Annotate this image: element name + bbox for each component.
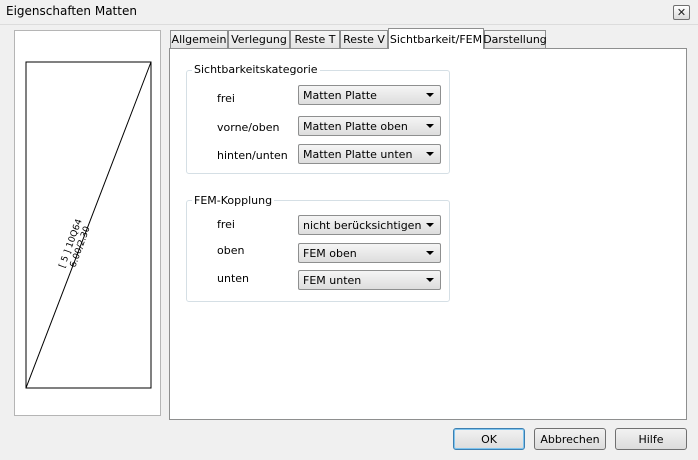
tab-label: Reste T	[294, 33, 336, 46]
window-title: Eigenschaften Matten	[6, 4, 137, 18]
sichtbarkeit-label-vorne-oben: vorne/oben	[217, 121, 280, 134]
button-label: Hilfe	[638, 432, 664, 446]
tab-label: Sichtbarkeit/FEM	[389, 32, 483, 46]
mat-diagonal	[25, 61, 152, 389]
sichtbarkeit-vorne-oben-select[interactable]: Matten Platte oben	[298, 116, 441, 136]
fem-label-frei: frei	[217, 218, 235, 231]
fem-group-title: FEM-Kopplung	[192, 194, 275, 207]
tab-reste-t[interactable]: Reste T	[290, 30, 340, 48]
title-bar: Eigenschaften Matten ✕	[0, 0, 698, 25]
close-button[interactable]: ✕	[673, 5, 690, 20]
sichtbarkeit-hinten-unten-select[interactable]: Matten Platte unten	[298, 144, 441, 164]
fem-oben-select[interactable]: FEM oben	[298, 243, 441, 263]
preview-panel: [ 5 ] 10Q64 6.00/2.30	[14, 30, 161, 416]
ok-button[interactable]: OK	[453, 428, 525, 450]
tab-reste-v[interactable]: Reste V	[340, 30, 388, 48]
select-value: nicht berücksichtigen	[303, 219, 422, 232]
fem-frei-select[interactable]: nicht berücksichtigen	[298, 215, 441, 235]
chevron-down-icon	[426, 124, 434, 128]
chevron-down-icon	[426, 152, 434, 156]
select-value: Matten Platte unten	[303, 148, 413, 161]
tab-label: Allgemein	[171, 33, 227, 46]
chevron-down-icon	[426, 93, 434, 97]
chevron-down-icon	[426, 223, 434, 227]
tab-label: Reste V	[343, 33, 385, 46]
help-button[interactable]: Hilfe	[615, 428, 687, 450]
close-icon: ✕	[676, 6, 687, 19]
sichtbarkeit-group-title: Sichtbarkeitskategorie	[192, 63, 320, 76]
tab-verlegung[interactable]: Verlegung	[228, 30, 290, 48]
tab-allgemein[interactable]: Allgemein	[170, 30, 228, 48]
select-value: FEM oben	[303, 247, 357, 260]
select-value: Matten Platte	[303, 89, 377, 102]
cancel-button[interactable]: Abbrechen	[534, 428, 606, 450]
tab-panel-sichtbarkeit-fem: Sichtbarkeitskategorie frei Matten Platt…	[169, 48, 687, 420]
tab-darstellung[interactable]: Darstellung	[483, 30, 547, 48]
chevron-down-icon	[426, 278, 434, 282]
button-label: Abbrechen	[540, 432, 600, 446]
tab-label: Verlegung	[231, 33, 287, 46]
select-value: Matten Platte oben	[303, 120, 408, 133]
sichtbarkeit-label-frei: frei	[217, 92, 235, 105]
sichtbarkeit-frei-select[interactable]: Matten Platte	[298, 85, 441, 105]
chevron-down-icon	[426, 251, 434, 255]
fem-label-oben: oben	[217, 244, 245, 257]
fem-label-unten: unten	[217, 272, 249, 285]
mat-preview-drawing: [ 5 ] 10Q64 6.00/2.30	[25, 61, 152, 389]
sichtbarkeit-label-hinten-unten: hinten/unten	[217, 149, 288, 162]
tab-sichtbarkeit-fem[interactable]: Sichtbarkeit/FEM	[388, 28, 484, 49]
tab-label: Darstellung	[483, 33, 547, 46]
select-value: FEM unten	[303, 274, 362, 287]
button-label: OK	[481, 432, 497, 446]
fem-unten-select[interactable]: FEM unten	[298, 270, 441, 290]
